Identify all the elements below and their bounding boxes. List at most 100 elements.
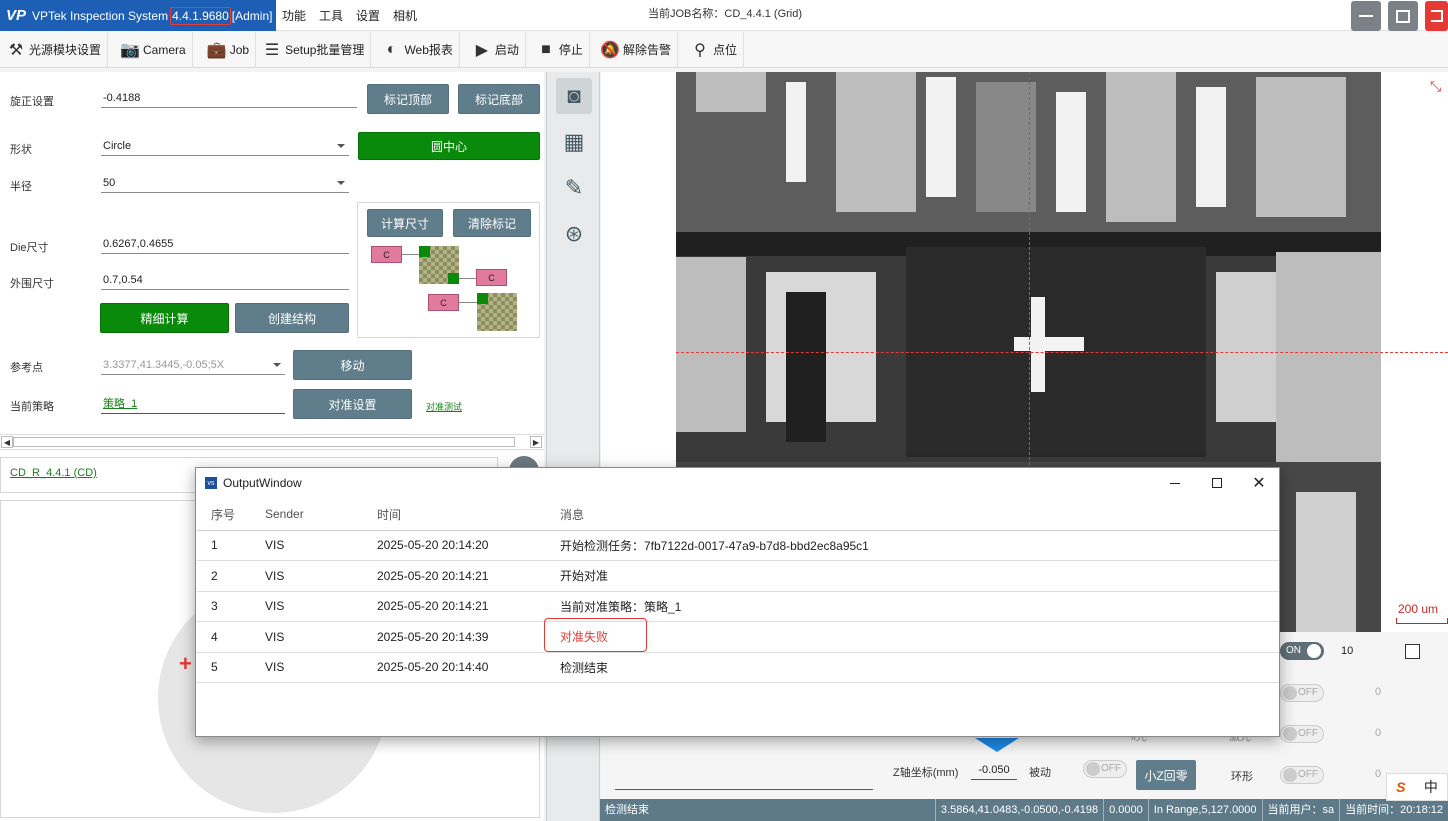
shape-select[interactable]: Circle — [101, 138, 349, 156]
toolbar-setup-batch-button[interactable]: ☰ Setup批量管理 — [256, 31, 372, 68]
table-row[interactable]: 5 VIS 2025-05-20 20:14:40 检测结束 — [197, 652, 1279, 683]
mark-bottom-button[interactable]: 标记底部 — [458, 84, 540, 114]
fine-calc-button[interactable]: 精细计算 — [100, 303, 229, 333]
toolbar-stop-button[interactable]: ■ 停止 — [526, 31, 590, 68]
menu-item-tools[interactable]: 工具 — [319, 7, 343, 24]
toolbar-clear-alarm-button[interactable]: 🔕 解除告警 — [590, 31, 678, 68]
ime-language[interactable]: 中 — [1424, 777, 1438, 797]
cell-message: 检测结束 — [543, 652, 1279, 683]
vs-app-icon: vs — [205, 477, 217, 489]
cell-time: 2025-05-20 20:14:21 — [360, 560, 543, 592]
toolbar-web-report-button[interactable]: ◐ Web报表 — [371, 31, 460, 68]
align-test-link[interactable]: 对准测试 — [426, 400, 462, 413]
z-axis-input[interactable]: -0.050 — [971, 760, 1017, 780]
light-toggle-3[interactable]: OFF — [1280, 725, 1324, 743]
light-value-3[interactable]: 0 — [1375, 727, 1381, 739]
toolbar-camera-button[interactable]: 📷 Camera — [108, 31, 193, 68]
light-value-1[interactable]: 10 — [1341, 645, 1353, 657]
toggle-text: ON — [1286, 645, 1301, 656]
minimize-button[interactable] — [1351, 1, 1381, 31]
menu-item-function[interactable]: 功能 — [282, 7, 306, 24]
table-row[interactable]: 4 VIS 2025-05-20 20:14:39 对准失败 — [197, 618, 1279, 653]
cell-time: 2025-05-20 20:14:39 — [360, 621, 543, 653]
ring-value[interactable]: 0 — [1375, 768, 1381, 780]
table-row[interactable]: 2 VIS 2025-05-20 20:14:21 开始对准 — [197, 560, 1279, 592]
column-header-message[interactable]: 消息 — [543, 499, 1279, 531]
grid-view-icon[interactable]: ▦ — [556, 124, 592, 160]
cell-message-failure: 对准失败 — [543, 618, 1279, 653]
mark-top-button[interactable]: 标记顶部 — [367, 84, 449, 114]
radius-select[interactable]: 50 — [101, 175, 349, 193]
size-calc-group: 计算尺寸 清除标记 C C C — [357, 202, 540, 338]
light-checkbox-1[interactable] — [1405, 644, 1420, 659]
diagram-connector — [459, 302, 477, 303]
maximize-button[interactable] — [1388, 1, 1418, 31]
toolbar-job-button[interactable]: 💼 Job — [193, 31, 257, 68]
highlight-box — [544, 618, 647, 653]
outer-size-input[interactable]: 0.7,0.54 — [101, 272, 349, 290]
divider — [615, 789, 873, 790]
job-tab-label[interactable]: CD_R_4.4.1 (CD) — [10, 467, 97, 479]
move-button[interactable]: 移动 — [293, 350, 412, 380]
exit-button[interactable] — [1425, 1, 1448, 31]
diagram-corner-marker — [448, 273, 459, 284]
light-toggle-2[interactable]: OFF — [1280, 684, 1324, 702]
diagram-node: C — [371, 246, 402, 263]
status-range: In Range,5,127.0000 — [1149, 799, 1263, 821]
app-name: VPTek Inspection System — [32, 8, 169, 23]
output-window-title: OutputWindow — [223, 476, 302, 490]
z-home-button[interactable]: 小Z回零 — [1136, 760, 1196, 790]
reference-point-select[interactable]: 3.3377,41.3445,-0.05;5X — [101, 357, 285, 375]
ring-toggle[interactable]: OFF — [1280, 766, 1324, 784]
menu-item-settings[interactable]: 设置 — [356, 7, 380, 24]
output-window-titlebar[interactable]: vs OutputWindow — [196, 468, 1279, 498]
app-role: [Admin] — [231, 8, 273, 23]
horizontal-scrollbar[interactable]: ◀ ▶ — [0, 434, 544, 450]
menu-item-camera[interactable]: 相机 — [393, 7, 417, 24]
strategy-input[interactable]: 策略_1 — [101, 396, 285, 414]
scroll-left-icon[interactable]: ◀ — [1, 436, 13, 448]
ime-indicator[interactable]: S 中 — [1386, 773, 1448, 801]
die-size-input[interactable]: 0.6267,0.4655 — [101, 236, 349, 254]
cell-no: 2 — [197, 560, 251, 592]
location-pin-icon: ⚲ — [694, 41, 706, 59]
output-maximize-button[interactable] — [1210, 476, 1224, 490]
status-value: 0.0000 — [1104, 799, 1149, 821]
cell-sender: VIS — [251, 591, 360, 622]
ruler-icon[interactable]: ✎ — [556, 170, 592, 206]
light-toggle-1[interactable]: ON — [1280, 642, 1324, 660]
clear-marks-button[interactable]: 清除标记 — [453, 209, 531, 237]
column-header-time[interactable]: 时间 — [360, 499, 543, 531]
column-header-no[interactable]: 序号 — [197, 499, 251, 531]
align-settings-button[interactable]: 对准设置 — [293, 389, 412, 419]
light-value-2[interactable]: 0 — [1375, 686, 1381, 698]
cell-no: 4 — [197, 621, 251, 653]
scroll-thumb[interactable] — [13, 437, 515, 447]
scroll-right-icon[interactable]: ▶ — [530, 436, 542, 448]
light-module-icon: ⚒ — [8, 41, 24, 59]
toolbar-label: Web报表 — [404, 43, 453, 57]
output-close-button[interactable]: ✕ — [1252, 475, 1266, 492]
camera-view-icon[interactable]: ◙ — [556, 78, 592, 114]
output-minimize-button[interactable] — [1168, 476, 1182, 490]
create-structure-button[interactable]: 创建结构 — [235, 303, 349, 333]
table-row[interactable]: 1 VIS 2025-05-20 20:14:20 开始检测任务：7fb7122… — [197, 530, 1279, 561]
expand-corner-icon[interactable]: ⤡ — [1430, 78, 1441, 95]
toolbar-point-button[interactable]: ⚲ 点位 — [678, 31, 744, 68]
circle-center-button[interactable]: 圆中心 — [358, 132, 540, 160]
toolbar-label: 光源模块设置 — [29, 43, 102, 57]
z-axis-arrow-icon[interactable] — [975, 738, 1019, 752]
toolbar-light-module-button[interactable]: ⚒ 光源模块设置 — [0, 31, 109, 68]
toolbar: ⚒ 光源模块设置 📷 Camera 💼 Job ☰ Setup批量管理 ◐ Web报表 ▶… — [0, 31, 1448, 68]
toolbar-label: 停止 — [558, 43, 583, 57]
rotation-input[interactable]: -0.4188 — [101, 90, 357, 108]
table-row[interactable]: 3 VIS 2025-05-20 20:14:21 当前对准策略：策略_1 — [197, 591, 1279, 622]
calc-size-button[interactable]: 计算尺寸 — [367, 209, 443, 237]
crosshair-horizontal — [676, 352, 1448, 353]
toolbar-start-button[interactable]: ▶ 启动 — [460, 31, 526, 68]
column-header-sender[interactable]: Sender — [251, 499, 360, 531]
output-window[interactable]: vs OutputWindow ✕ 序号 Sender 时间 消息 1 VIS … — [195, 467, 1280, 737]
passive-toggle[interactable]: OFF — [1083, 760, 1127, 778]
wafer-settings-icon[interactable]: ⊛ — [556, 216, 592, 252]
cell-sender: VIS — [251, 621, 360, 653]
